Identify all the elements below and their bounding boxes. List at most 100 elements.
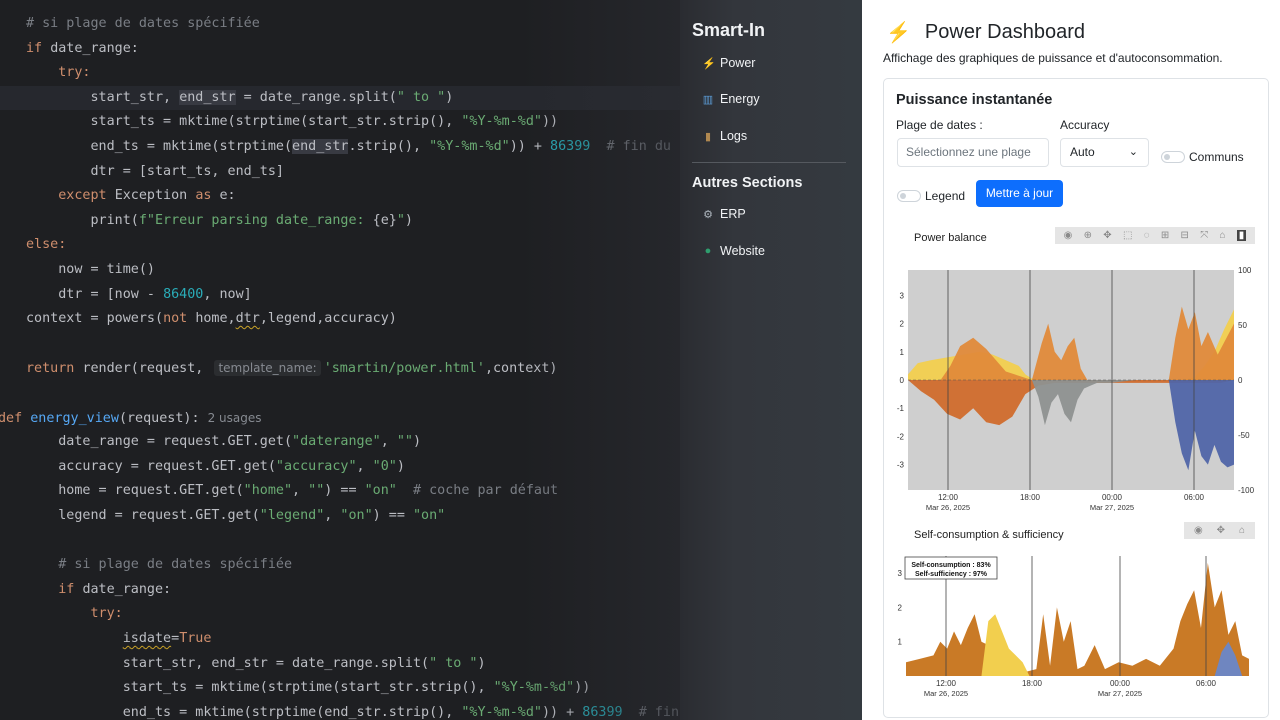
code-token: start_str, end_str = date_range.split( bbox=[26, 655, 430, 671]
chart-modebar: ◉ ✥ ⌂ bbox=[1184, 522, 1255, 539]
code-token: 86399 bbox=[550, 139, 591, 154]
code-line: dtr = [start_ts, end_ts] bbox=[26, 160, 284, 184]
code-line: else: bbox=[26, 233, 66, 257]
code-line: print(f"Erreur parsing date_range: {e}") bbox=[26, 209, 413, 233]
code-token: " to " bbox=[396, 89, 446, 105]
x-tick-date: Mar 26, 2025 bbox=[926, 503, 970, 512]
code-line: date_range = request.GET.get("daterange"… bbox=[26, 430, 421, 454]
sidebar-item-label: Energy bbox=[720, 92, 760, 106]
code-token: dtr = [start_ts, end_ts] bbox=[26, 163, 284, 179]
code-token: 86400 bbox=[163, 286, 204, 302]
code-token: start_ts = mktime(strptime(start_str.str… bbox=[26, 680, 494, 696]
stats-annotation-text: Self-consumption : 83% bbox=[911, 562, 991, 569]
pan-icon[interactable]: ✥ bbox=[1217, 525, 1225, 536]
code-token: = bbox=[171, 631, 180, 646]
code-token: if bbox=[26, 581, 83, 597]
legend-toggle[interactable] bbox=[897, 190, 921, 202]
code-token: ) == bbox=[372, 508, 413, 523]
code-token: start_str, bbox=[26, 89, 180, 105]
code-token: print( bbox=[26, 212, 139, 228]
code-line: now = time() bbox=[26, 258, 155, 282]
update-button[interactable]: Mettre à jour bbox=[976, 180, 1063, 207]
chart-icon: ▥ bbox=[702, 93, 714, 106]
code-line: end_ts = mktime(strptime(end_str.strip()… bbox=[26, 701, 680, 720]
code-token: # coche par défaut bbox=[396, 483, 559, 499]
x-tick-label: 06:00 bbox=[1196, 679, 1217, 688]
zoom-icon[interactable]: ⊕ bbox=[1084, 230, 1092, 241]
code-line: isdate=True bbox=[26, 627, 212, 651]
code-token: {e} bbox=[372, 212, 397, 228]
sidebar-item-logs[interactable]: ▮ Logs bbox=[702, 125, 747, 147]
code-token: 86399 bbox=[582, 704, 623, 720]
x-tick-date: Mar 26, 2025 bbox=[924, 689, 968, 698]
code-line: end_ts = mktime(strptime(end_str.strip()… bbox=[26, 135, 680, 159]
autoscale-icon[interactable]: ⤧ bbox=[1200, 230, 1208, 241]
code-token: "%Y-%m-%d" bbox=[461, 704, 542, 720]
page-title: Power Dashboard bbox=[924, 21, 1085, 43]
code-token: else: bbox=[26, 237, 67, 253]
code-token: "" bbox=[396, 434, 413, 450]
code-line: start_ts = mktime(strptime(start_str.str… bbox=[26, 110, 558, 134]
code-token: " to " bbox=[429, 655, 478, 671]
code-token: def bbox=[0, 410, 31, 426]
sidebar-item-label: ERP bbox=[720, 207, 746, 221]
zoom-in-icon[interactable]: ⊞ bbox=[1161, 230, 1169, 241]
chart-modebar: ◉ ⊕ ✥ ⬚ ◌ ⊞ ⊟ ⤧ ⌂ ▮ bbox=[1055, 227, 1255, 244]
x-tick-label: 12:00 bbox=[936, 679, 957, 688]
lasso-icon[interactable]: ◌ bbox=[1144, 230, 1150, 241]
code-token: )) + bbox=[509, 139, 551, 154]
code-token: # fin du jour bbox=[606, 139, 680, 154]
code-token: if bbox=[26, 40, 51, 56]
x-tick-label: 18:00 bbox=[1020, 493, 1041, 502]
reset-axes-icon[interactable]: ⌂ bbox=[1239, 525, 1245, 536]
code-token: date_range: bbox=[50, 40, 139, 56]
plotly-logo-icon[interactable]: ▮ bbox=[1236, 230, 1247, 241]
code-line: except Exception as e: bbox=[26, 184, 235, 208]
communs-toggle[interactable] bbox=[1161, 151, 1185, 163]
x-tick-date: Mar 27, 2025 bbox=[1090, 503, 1134, 512]
x-tick-label: 18:00 bbox=[1022, 679, 1043, 688]
code-token: ,context) bbox=[484, 361, 558, 377]
code-token: try: bbox=[26, 606, 123, 622]
code-editor[interactable]: # si plage de dates spécifiée if date_ran… bbox=[0, 0, 680, 720]
pan-icon[interactable]: ✥ bbox=[1103, 230, 1111, 241]
reset-axes-icon[interactable]: ⌂ bbox=[1219, 230, 1225, 241]
zoom-out-icon[interactable]: ⊟ bbox=[1181, 230, 1189, 241]
y-tick-label: 0 bbox=[900, 376, 905, 385]
x-tick-label: 06:00 bbox=[1184, 493, 1205, 502]
code-line: if date_range: bbox=[26, 37, 139, 61]
sidebar-item-label: Logs bbox=[720, 129, 748, 143]
code-token: end_str bbox=[179, 89, 236, 105]
power-balance-chart[interactable]: 12:00Mar 26, 2025 18:00 00:00Mar 27, 2025 0… bbox=[884, 249, 1268, 514]
code-line: if date_range: bbox=[26, 578, 171, 602]
code-token: True bbox=[179, 631, 212, 646]
sidebar-item-energy[interactable]: ▥ Energy bbox=[702, 88, 760, 110]
self-consumption-chart[interactable]: 12:00Mar 26, 2025 18:00 00:00Mar 27, 2025 0… bbox=[884, 544, 1268, 714]
sidebar-item-website[interactable]: ● Website bbox=[702, 240, 765, 262]
date-range-label: Plage de dates : bbox=[896, 118, 983, 132]
code-line: home = request.GET.get("home", "") == "o… bbox=[26, 479, 558, 503]
y-tick-label: -3 bbox=[897, 461, 905, 470]
accuracy-value: Auto bbox=[1070, 145, 1095, 159]
code-token: # fin du jour bbox=[638, 704, 680, 720]
card-title: Puissance instantanée bbox=[896, 92, 1053, 108]
code-token: )) + bbox=[541, 704, 583, 720]
code-token: ) bbox=[412, 434, 422, 450]
code-token: "on" bbox=[340, 508, 373, 523]
date-range-input[interactable]: Sélectionnez une plage bbox=[897, 138, 1049, 167]
sidebar-item-power[interactable]: ⚡ Power bbox=[702, 52, 755, 74]
x-tick-date: Mar 27, 2025 bbox=[1098, 689, 1142, 698]
box-select-icon[interactable]: ⬚ bbox=[1123, 230, 1132, 241]
legend-label: Legend bbox=[925, 189, 966, 203]
camera-icon[interactable]: ◉ bbox=[1064, 230, 1073, 241]
code-line: # si plage de dates spécifiée bbox=[26, 12, 260, 36]
sidebar-item-erp[interactable]: ⚙ ERP bbox=[702, 203, 746, 225]
globe-icon: ● bbox=[704, 245, 712, 257]
camera-icon[interactable]: ◉ bbox=[1194, 525, 1203, 536]
code-line: context = powers(not home,dtr,legend,acc… bbox=[26, 307, 397, 331]
accuracy-select[interactable]: Auto ⌄ bbox=[1060, 138, 1149, 167]
code-token: end_ts = mktime(strptime(end_str.strip()… bbox=[26, 704, 462, 720]
sidebar-item-label: Power bbox=[720, 56, 756, 70]
y-tick-label: -2 bbox=[897, 432, 905, 441]
